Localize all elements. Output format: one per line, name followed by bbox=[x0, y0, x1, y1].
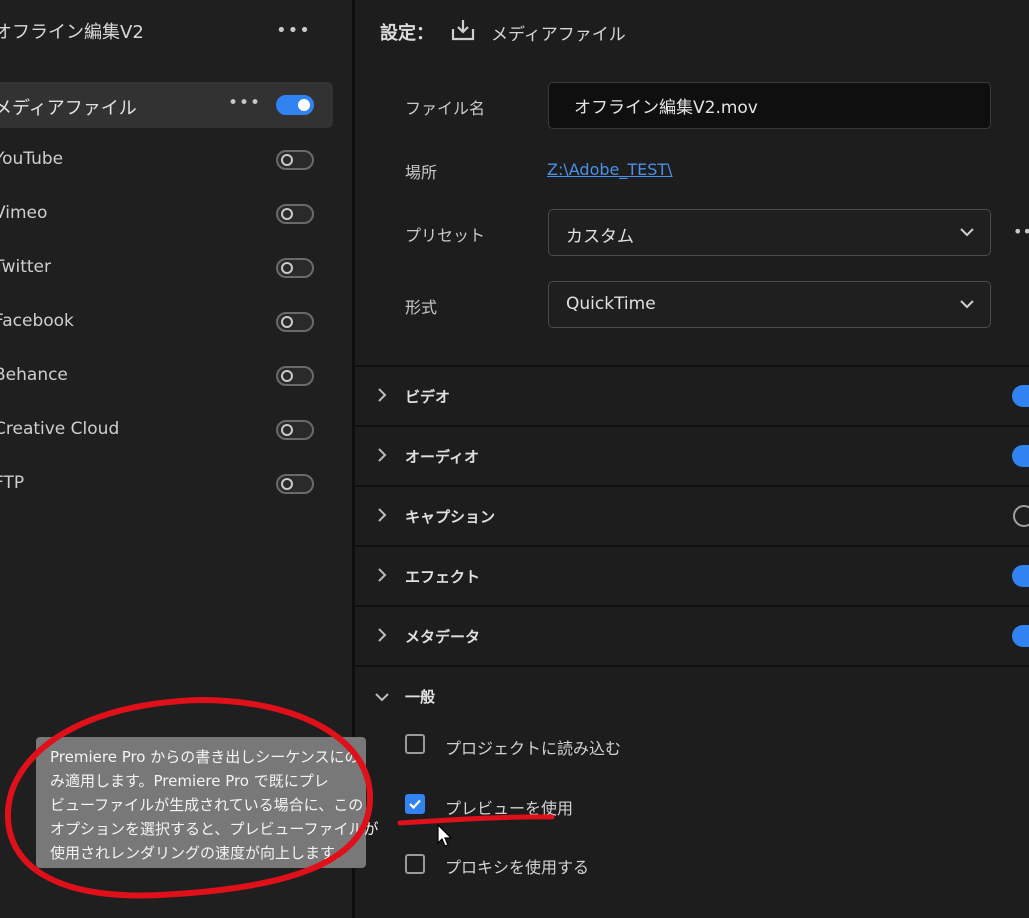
settings-panel: 設定： メディアファイル ファイル名 オフライン編集V2.mov 場所 Z:\A… bbox=[355, 0, 1029, 918]
section-effects[interactable]: エフェクト bbox=[355, 545, 1029, 603]
use-previews-checkbox[interactable] bbox=[405, 794, 425, 814]
destination-label: メディアファイル bbox=[0, 98, 137, 119]
preset-dropdown[interactable]: カスタム bbox=[548, 209, 991, 256]
destination-media-file[interactable]: メディアファイル ••• bbox=[0, 82, 333, 128]
destination-facebook[interactable]: Facebook bbox=[0, 299, 333, 345]
destination-vimeo[interactable]: Vimeo bbox=[0, 191, 333, 237]
location-label: 場所 bbox=[405, 163, 438, 182]
section-label: エフェクト bbox=[405, 568, 481, 586]
format-label: 形式 bbox=[405, 298, 438, 317]
section-toggle[interactable] bbox=[1012, 565, 1029, 587]
destination-label: Vimeo bbox=[0, 203, 48, 223]
section-general: 一般 プロジェクトに読み込む プレビューを使用 プロキシを使用する bbox=[355, 665, 1029, 918]
section-label: キャプション bbox=[405, 508, 496, 526]
chevron-right-icon bbox=[378, 568, 387, 582]
section-captions[interactable]: キャプション bbox=[355, 485, 1029, 543]
section-label: ビデオ bbox=[405, 388, 451, 406]
checkbox-label: プロキシを使用する bbox=[445, 858, 590, 877]
section-label: オーディオ bbox=[405, 448, 479, 466]
format-dropdown[interactable]: QuickTime bbox=[548, 281, 991, 328]
preset-label: プリセット bbox=[405, 226, 486, 245]
use-proxies-checkbox[interactable] bbox=[405, 854, 425, 874]
destination-toggle[interactable] bbox=[276, 420, 314, 440]
checkbox-label: プロジェクトに読み込む bbox=[445, 739, 622, 758]
section-label: 一般 bbox=[405, 688, 436, 706]
settings-title: メディアファイル bbox=[491, 25, 626, 45]
section-toggle[interactable] bbox=[1013, 505, 1029, 527]
tooltip: Premiere Pro からの書き出しシーケンスにの み適用します。Premi… bbox=[36, 737, 379, 868]
chevron-down-icon bbox=[960, 228, 974, 237]
tooltip-line: み適用します。Premiere Pro で既にプレ bbox=[50, 772, 329, 790]
more-options-icon[interactable]: ••• bbox=[228, 93, 261, 113]
destination-behance[interactable]: Behance bbox=[0, 353, 333, 399]
destination-twitter[interactable]: Twitter bbox=[0, 245, 333, 291]
section-video[interactable]: ビデオ bbox=[355, 365, 1029, 423]
destination-label: FTP bbox=[0, 473, 25, 493]
check-icon bbox=[409, 799, 421, 810]
preset-value: カスタム bbox=[566, 227, 634, 247]
destination-toggle[interactable] bbox=[276, 258, 314, 278]
chevron-right-icon bbox=[378, 508, 387, 522]
destination-ftp[interactable]: FTP bbox=[0, 461, 333, 507]
destination-creative-cloud[interactable]: Creative Cloud bbox=[0, 407, 333, 453]
section-label: メタデータ bbox=[405, 628, 481, 646]
location-link[interactable]: Z:\Adobe_TEST\ bbox=[547, 160, 673, 179]
more-options-icon[interactable]: •• bbox=[1013, 222, 1029, 241]
tooltip-line: ビューファイルが生成されている場合に、この bbox=[50, 796, 364, 814]
section-metadata[interactable]: メタデータ bbox=[355, 605, 1029, 663]
chevron-down-icon bbox=[960, 300, 974, 309]
destination-toggle[interactable] bbox=[276, 474, 314, 494]
destination-label: Behance bbox=[0, 365, 68, 385]
destination-youtube[interactable]: YouTube bbox=[0, 137, 333, 183]
settings-header: 設定： bbox=[380, 23, 434, 44]
section-toggle[interactable] bbox=[1012, 625, 1029, 647]
checkbox-label: プレビューを使用 bbox=[445, 799, 574, 818]
section-toggle[interactable] bbox=[1012, 385, 1029, 407]
section-toggle[interactable] bbox=[1012, 445, 1029, 467]
destination-label: Facebook bbox=[0, 311, 74, 331]
destination-toggle[interactable] bbox=[276, 366, 314, 386]
destination-label: Creative Cloud bbox=[0, 419, 120, 439]
preset-name-title: オフライン編集V2 bbox=[0, 22, 144, 43]
destination-toggle[interactable] bbox=[276, 95, 314, 115]
file-name-label: ファイル名 bbox=[405, 99, 486, 118]
chevron-right-icon bbox=[378, 448, 387, 462]
destination-toggle[interactable] bbox=[276, 312, 314, 332]
chevron-down-icon[interactable] bbox=[375, 689, 389, 705]
section-audio[interactable]: オーディオ bbox=[355, 425, 1029, 483]
tooltip-line: 使用されレンダリングの速度が向上します。 bbox=[50, 844, 349, 862]
tooltip-line: オプションを選択すると、プレビューファイルが bbox=[50, 820, 379, 838]
import-into-project-checkbox[interactable] bbox=[405, 734, 425, 754]
mouse-cursor-icon bbox=[437, 823, 453, 847]
more-options-icon[interactable]: ••• bbox=[276, 20, 311, 41]
destination-label: YouTube bbox=[0, 149, 64, 169]
chevron-right-icon bbox=[378, 388, 387, 402]
file-name-input[interactable]: オフライン編集V2.mov bbox=[548, 82, 991, 129]
destination-toggle[interactable] bbox=[276, 150, 314, 170]
download-icon bbox=[451, 20, 475, 41]
destination-toggle[interactable] bbox=[276, 204, 314, 224]
format-value: QuickTime bbox=[566, 294, 656, 314]
destination-label: Twitter bbox=[0, 257, 51, 277]
tooltip-line: Premiere Pro からの書き出しシーケンスにの bbox=[50, 748, 360, 766]
chevron-right-icon bbox=[378, 628, 387, 642]
